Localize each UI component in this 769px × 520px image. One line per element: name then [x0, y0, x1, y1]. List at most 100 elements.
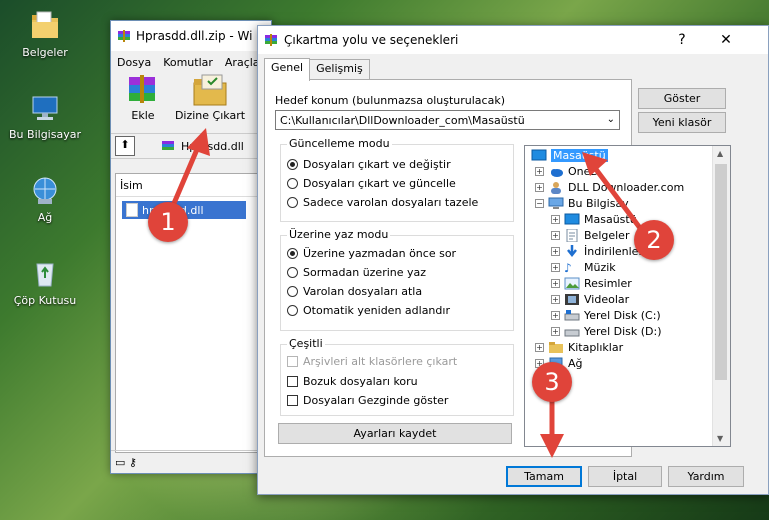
scroll-down-icon[interactable]: ▼ [717, 434, 723, 443]
dialog-titlebar[interactable]: Çıkartma yolu ve seçenekleri ? ✕ [258, 26, 768, 54]
radio-ask-before-overwrite[interactable]: Üzerine yazmadan önce sor [287, 247, 456, 260]
tree-item-label: Belgeler [584, 229, 630, 242]
tree-item-onedrive[interactable]: + OneD [535, 165, 599, 178]
tree-item-documents[interactable]: + Belgeler [551, 228, 630, 243]
expand-icon[interactable]: + [551, 295, 560, 304]
radio-indicator [287, 286, 298, 297]
tree-item-label: Bu Bilgisay [568, 197, 629, 210]
tree-scrollbar[interactable]: ▲ ▼ [712, 146, 730, 446]
radio-extract-replace[interactable]: Dosyaları çıkart ve değiştir [287, 158, 451, 171]
scrollbar-thumb[interactable] [715, 164, 727, 380]
expand-icon[interactable]: + [535, 343, 544, 352]
show-button[interactable]: Göster [638, 88, 726, 109]
help-button[interactable]: Yardım [668, 466, 744, 487]
desktop-icon-label: Ağ [37, 211, 53, 224]
new-folder-button[interactable]: Yeni klasör [638, 112, 726, 133]
cancel-button[interactable]: İptal [588, 466, 662, 487]
desktop-icon-network[interactable]: Ağ [8, 175, 82, 224]
music-note-icon: ♪ [564, 261, 572, 275]
close-button[interactable]: ✕ [706, 26, 746, 54]
radio-freshen-existing[interactable]: Sadece varolan dosyaları tazele [287, 196, 478, 209]
column-header-name[interactable]: İsim [116, 174, 271, 197]
archive-small-icon [161, 139, 175, 153]
tree-item-videos[interactable]: + Videolar [551, 293, 629, 306]
expand-icon[interactable]: + [535, 167, 544, 176]
desktop-icon-recycle-bin[interactable]: Çöp Kutusu [8, 258, 82, 307]
tree-item-pc-desktop[interactable]: + Masaüstü [551, 213, 637, 226]
tree-item-pictures[interactable]: + Resimler [551, 277, 632, 290]
menu-file[interactable]: Dosya [117, 56, 151, 69]
step-marker-1: 1 [148, 202, 188, 242]
radio-indicator [287, 197, 298, 208]
help-title-button[interactable]: ? [662, 26, 702, 54]
expand-icon[interactable]: + [551, 311, 560, 320]
tree-item-label: Kitaplıklar [568, 341, 624, 354]
expand-icon[interactable]: + [551, 247, 560, 256]
desktop-folder-icon [531, 149, 547, 162]
winrar-file-list: İsim hprasdd.dll [115, 173, 271, 453]
radio-label: Sadece varolan dosyaları tazele [303, 196, 479, 209]
winrar-app-icon [264, 33, 278, 47]
desktop-icon-this-pc[interactable]: Bu Bilgisayar [8, 92, 82, 141]
checkbox-indicator [287, 376, 298, 387]
extract-to-button[interactable]: Dizine Çıkart [173, 73, 247, 122]
radio-skip-existing[interactable]: Varolan dosyaları atla [287, 285, 422, 298]
tree-item-label: Yerel Disk (D:) [584, 325, 662, 338]
radio-extract-update[interactable]: Dosyaları çıkart ve güncelle [287, 177, 456, 190]
tree-item-label: Müzik [584, 261, 616, 274]
desktop-icon-label: Çöp Kutusu [13, 294, 77, 307]
tree-item-dll-downloader[interactable]: + DLL Downloader.com [535, 181, 684, 194]
tree-item-libraries[interactable]: + Kitaplıklar [535, 341, 623, 354]
collapse-icon[interactable]: − [535, 199, 544, 208]
tree-item-local-disk-c[interactable]: + Yerel Disk (C:) [551, 309, 661, 322]
desktop-icon-documents[interactable]: Belgeler [8, 10, 82, 59]
checkbox-extract-subfolders[interactable]: Arşivleri alt klasörlere çıkart [287, 355, 457, 368]
tree-item-local-disk-d[interactable]: + Yerel Disk (D:) [551, 325, 662, 338]
destination-label: Hedef konum (bulunmazsa oluşturulacak) [275, 94, 505, 107]
up-folder-icon[interactable]: ⬆ [115, 136, 135, 156]
add-button[interactable]: Ekle [117, 73, 169, 122]
network-globe-icon [29, 175, 61, 207]
menu-tools[interactable]: Araçla [225, 56, 260, 69]
winrar-titlebar[interactable]: Hprasdd.dll.zip - Wi [111, 21, 271, 51]
computer-icon [29, 92, 61, 124]
expand-icon[interactable]: + [551, 215, 560, 224]
misc-title: Çeşitli [287, 337, 325, 350]
checkbox-show-in-explorer[interactable]: Dosyaları Gezginde göster [287, 394, 448, 407]
chevron-down-icon[interactable]: ⌄ [607, 114, 615, 125]
destination-combobox[interactable]: C:\Kullanıcılar\DllDownloader_com\Masaüs… [275, 110, 620, 130]
menu-commands[interactable]: Komutlar [163, 56, 213, 69]
expand-icon[interactable]: + [551, 231, 560, 240]
extract-dialog: Çıkartma yolu ve seçenekleri ? ✕ Genel G… [257, 25, 769, 495]
download-arrow-icon [564, 245, 580, 258]
expand-icon[interactable]: + [535, 183, 544, 192]
radio-auto-rename[interactable]: Otomatik yeniden adlandır [287, 304, 450, 317]
expand-icon[interactable]: + [551, 327, 560, 336]
update-mode-group: Güncelleme modu Dosyaları çıkart ve deği… [280, 137, 514, 222]
tree-item-label: Yerel Disk (C:) [584, 309, 661, 322]
save-settings-button[interactable]: Ayarları kaydet [278, 423, 512, 444]
drive-key-icon: ▭ ⚷ [115, 455, 137, 469]
tree-item-this-pc[interactable]: − Bu Bilgisay [535, 197, 629, 210]
winrar-statusbar: ▭ ⚷ [111, 450, 271, 473]
radio-label: Otomatik yeniden adlandır [303, 304, 450, 317]
archive-add-icon [123, 73, 163, 107]
tab-general[interactable]: Genel [264, 58, 311, 81]
tree-item-music[interactable]: + ♪ Müzik [551, 261, 616, 275]
expand-icon[interactable]: + [551, 263, 560, 272]
winrar-menubar: Dosya Komutlar Araçla [111, 51, 271, 73]
ok-button[interactable]: Tamam [506, 466, 582, 487]
tree-item-downloads[interactable]: + İndirilenler [551, 245, 643, 258]
radio-overwrite-without-prompt[interactable]: Sormadan üzerine yaz [287, 266, 426, 279]
tab-advanced[interactable]: Gelişmiş [309, 59, 370, 79]
archive-path[interactable]: Hprasdd.dll [181, 140, 244, 153]
overwrite-mode-group: Üzerine yaz modu Üzerine yazmadan önce s… [280, 228, 514, 331]
expand-icon[interactable]: + [551, 279, 560, 288]
checkbox-label: Arşivleri alt klasörlere çıkart [303, 355, 458, 368]
winrar-title: Hprasdd.dll.zip - Wi [136, 29, 253, 43]
dialog-title: Çıkartma yolu ve seçenekleri [284, 33, 459, 47]
pictures-icon [564, 277, 580, 290]
tree-item-desktop[interactable]: Masaüstü [531, 149, 608, 162]
scroll-up-icon[interactable]: ▲ [717, 149, 723, 158]
checkbox-keep-broken[interactable]: Bozuk dosyaları koru [287, 375, 418, 388]
